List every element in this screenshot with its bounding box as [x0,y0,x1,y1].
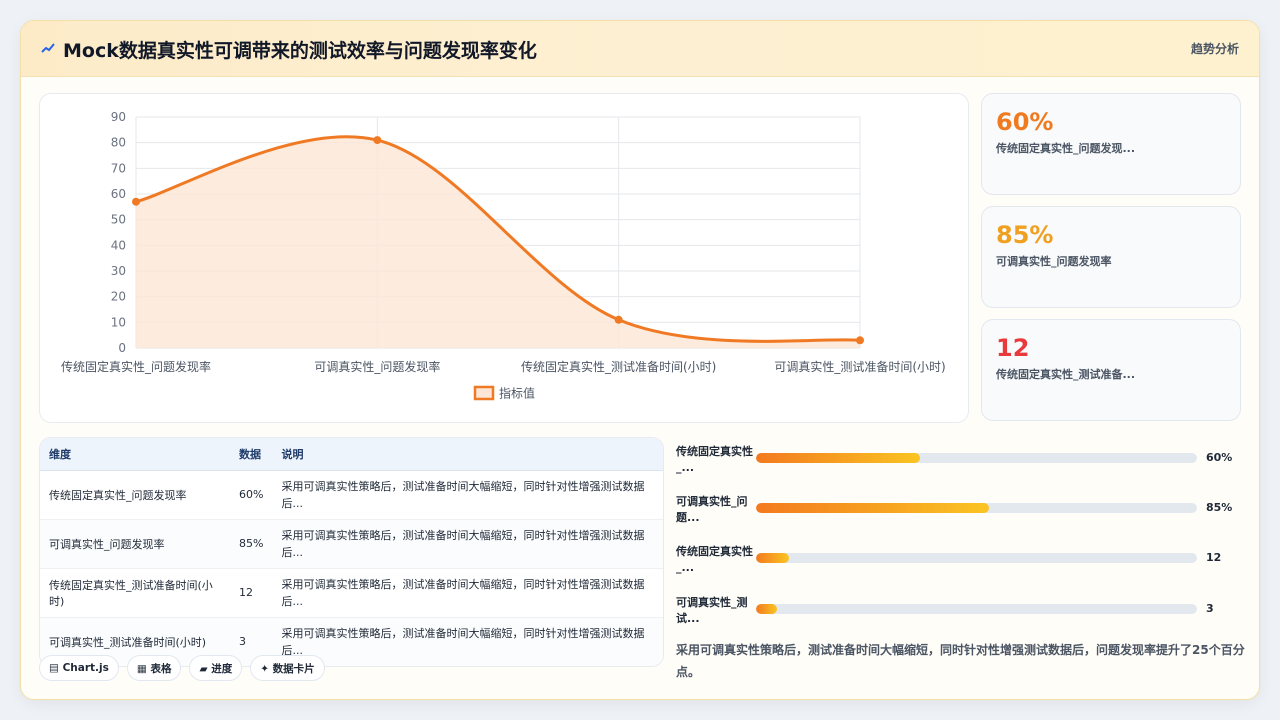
column-header-dimension: 维度 [40,438,230,471]
y-tick-label: 20 [111,290,126,304]
progress-track [756,503,1197,513]
y-tick-label: 70 [111,161,126,175]
progress-track [756,553,1197,563]
cell-value: 12 [230,568,273,618]
progress-label: 可调真实性_问题... [676,495,748,524]
trend-icon [41,43,55,53]
y-tick-label: 80 [111,136,126,150]
table-row: 传统固定真实性_测试准备时间(小时) 12 采用可调真实性策略后，测试准备时间大… [40,568,663,618]
table-row: 传统固定真实性_问题发现率 60% 采用可调真实性策略后，测试准备时间大幅缩短，… [40,470,663,520]
cell-description: 采用可调真实性策略后，测试准备时间大幅缩短，同时针对性增强测试数据后... [272,519,663,569]
progress-value: 3 [1206,602,1214,615]
x-tick-label: 可调真实性_测试准备时间(小时) [774,359,945,374]
column-header-data: 数据 [230,438,273,471]
data-point [856,336,864,345]
tag-data-card: ✦ 数据卡片 [250,655,325,681]
y-tick-label: 0 [118,341,126,355]
cell-value: 60% [230,470,273,520]
kpi-label: 传统固定真实性_问题发现... [996,142,1136,155]
tech-tags: ▤ Chart.js ▦ 表格 ▰ 进度 ✦ 数据卡片 [39,655,325,681]
data-point [614,315,623,324]
cell-dimension: 传统固定真实性_问题发现率 [40,470,230,520]
kpi-card-1: 60% 传统固定真实性_问题发现... [981,93,1241,195]
kpi-label: 传统固定真实性_测试准备... [996,368,1136,381]
progress-value: 12 [1206,551,1222,564]
y-tick-label: 40 [111,238,126,252]
x-tick-label: 传统固定真实性_测试准备时间(小时) [521,359,716,374]
cell-description: 采用可调真实性策略后，测试准备时间大幅缩短，同时针对性增强测试数据后... [272,617,663,666]
progress-track [756,604,1197,614]
data-table: 维度 数据 说明 传统固定真实性_问题发现率 60% 采用可调真实性策略后，测试… [40,438,663,666]
progress-fill [756,604,778,614]
kpi-label: 可调真实性_问题发现率 [996,255,1112,268]
x-tick-label: 传统固定真实性_问题发现率 [61,359,211,374]
table-row: 可调真实性_问题发现率 85% 采用可调真实性策略后，测试准备时间大幅缩短，同时… [40,519,663,569]
cell-description: 采用可调真实性策略后，测试准备时间大幅缩短，同时针对性增强测试数据后... [272,470,663,520]
legend-swatch [473,385,495,401]
dashboard-card: Mock数据真实性可调带来的测试效率与问题发现率变化 趋势分析 0 10 20 30 4… [20,20,1260,700]
cell-value: 85% [230,519,273,569]
progress-row: 可调真实性_问题... 85% [676,488,1246,528]
kpi-card-2: 85% 可调真实性_问题发现率 [981,206,1241,308]
y-tick-label: 30 [111,264,126,278]
progress-fill [756,503,989,513]
y-tick-label: 10 [111,315,126,329]
line-chart: 0 10 20 30 40 50 60 70 80 90 传统固定真实性_问题发现率 可调真实性_问题… [61,110,946,401]
progress-row: 传统固定真实性_... 60% [676,438,1246,478]
tag-progress: ▰ 进度 [189,655,243,681]
page-title: Mock数据真实性可调带来的测试效率与问题发现率变化 [63,40,537,62]
kpi-card-3: 12 传统固定真实性_测试准备... [981,319,1241,421]
cell-dimension: 传统固定真实性_测试准备时间(小时) [40,568,230,618]
progress-fill [756,553,790,563]
summary-text: 采用可调真实性策略后，测试准备时间大幅缩短，同时针对性增强测试数据后，问题发现率… [676,643,1245,679]
x-tick-label: 可调真实性_问题发现率 [314,359,440,374]
column-header-description: 说明 [272,438,663,471]
kpi-value: 85% [996,221,1054,249]
cell-dimension: 可调真实性_问题发现率 [40,519,230,569]
header-bar: Mock数据真实性可调带来的测试效率与问题发现率变化 趋势分析 [21,21,1259,77]
kpi-value: 60% [996,108,1054,136]
progress-label: 可调真实性_测试... [676,596,748,625]
table-header-row: 维度 数据 说明 [40,438,663,471]
progress-value: 85% [1206,501,1233,514]
progress-track [756,453,1197,463]
progress-fill [756,453,921,463]
y-tick-label: 50 [111,213,126,227]
progress-row: 传统固定真实性_... 12 [676,538,1246,578]
y-tick-label: 90 [111,110,126,124]
kpi-value: 12 [996,334,1030,362]
tag-chartjs: ▤ Chart.js [39,655,119,681]
progress-label: 传统固定真实性_... [676,545,753,574]
data-point [132,197,140,206]
legend-label: 指标值 [499,386,535,401]
data-table-panel: 维度 数据 说明 传统固定真实性_问题发现率 60% 采用可调真实性策略后，测试… [39,437,664,667]
trend-badge: 趋势分析 [1190,42,1239,56]
progress-row: 可调真实性_测试... 3 [676,589,1246,629]
tag-table: ▦ 表格 [126,655,182,681]
progress-label: 传统固定真实性_... [676,445,753,474]
line-chart-panel: 0 10 20 30 40 50 60 70 80 90 传统固定真实性_问题发现率 可调真实性_问题… [39,93,969,423]
data-point [373,136,382,145]
y-tick-label: 60 [111,187,126,201]
cell-description: 采用可调真实性策略后，测试准备时间大幅缩短，同时针对性增强测试数据后... [272,568,663,618]
progress-value: 60% [1206,451,1233,464]
